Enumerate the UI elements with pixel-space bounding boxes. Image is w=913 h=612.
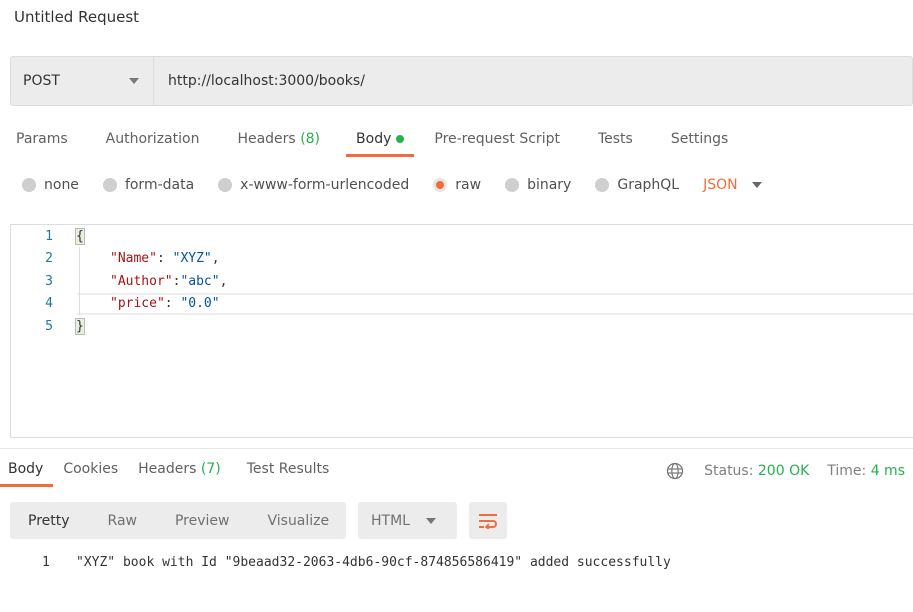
- radio-label: raw: [455, 177, 482, 193]
- view-preview-button[interactable]: Preview: [157, 513, 230, 529]
- status-label: Status:: [704, 463, 754, 479]
- tab-params[interactable]: Params: [16, 131, 68, 157]
- tab-headers[interactable]: Headers (8): [237, 131, 320, 157]
- radio-form-data[interactable]: form-data: [102, 177, 195, 193]
- view-visualize-button[interactable]: Visualize: [249, 513, 329, 529]
- response-body-text: "XYZ" book with Id "9beaad32-2063-4db6-9…: [76, 555, 671, 570]
- radio-label: form-data: [124, 177, 195, 193]
- headers-count: (7): [200, 461, 221, 477]
- tab-label: Body: [356, 131, 392, 147]
- modified-dot-icon: [396, 135, 405, 143]
- tab-test-results[interactable]: Test Results: [247, 461, 330, 487]
- tab-response-headers[interactable]: Headers (7): [138, 461, 221, 487]
- response-status: Status: 200 OK Time: 4 ms: [666, 462, 905, 480]
- body-type-options: none form-data x-www-form-urlencoded raw…: [22, 177, 762, 193]
- radio-graphql[interactable]: GraphQL: [595, 177, 679, 193]
- response-format-select[interactable]: HTML: [358, 502, 457, 539]
- url-input[interactable]: http://localhost:3000/books/: [154, 57, 365, 105]
- url-bar: POST http://localhost:3000/books/: [10, 56, 913, 106]
- json-key: "Author": [110, 274, 173, 289]
- line-number: 1: [45, 229, 53, 244]
- radio-label: none: [44, 177, 79, 193]
- radio-icon: [218, 178, 233, 192]
- json-value: "abc": [180, 274, 220, 289]
- method-select[interactable]: POST: [11, 57, 154, 105]
- radio-icon: [22, 178, 36, 192]
- method-label: POST: [23, 73, 60, 89]
- line-number: 4: [45, 296, 53, 311]
- tab-body[interactable]: Body: [345, 131, 415, 157]
- radio-raw[interactable]: raw: [433, 177, 481, 193]
- chevron-down-icon: [751, 182, 762, 188]
- close-brace: }: [75, 318, 85, 335]
- view-pretty-button[interactable]: Pretty: [10, 513, 70, 529]
- globe-icon[interactable]: [666, 462, 684, 480]
- json-value: "XYZ": [172, 251, 212, 266]
- radio-none[interactable]: none: [22, 177, 79, 193]
- wrap-lines-button[interactable]: [469, 502, 507, 539]
- tab-cookies[interactable]: Cookies: [63, 461, 118, 487]
- time-label: Time:: [827, 463, 867, 479]
- radio-icon: [102, 178, 117, 192]
- radio-icon: [595, 178, 610, 192]
- response-tabs: Body Cookies Headers (7) Test Results: [0, 461, 330, 487]
- line-number: 3: [45, 274, 53, 289]
- body-editor[interactable]: 1 2 3 4 5 { "Name": "XYZ", "Author": "abc…: [10, 224, 913, 438]
- tab-label: Headers: [138, 461, 197, 477]
- radio-urlencoded[interactable]: x-www-form-urlencoded: [218, 177, 409, 193]
- line-number: 5: [45, 319, 53, 334]
- tab-settings[interactable]: Settings: [671, 131, 728, 157]
- wrap-lines-icon: [479, 513, 497, 529]
- radio-label: x-www-form-urlencoded: [240, 177, 410, 193]
- radio-selected-icon: [433, 178, 448, 192]
- view-raw-button[interactable]: Raw: [90, 513, 137, 529]
- radio-label: binary: [527, 177, 572, 193]
- json-comma: ,: [219, 274, 228, 289]
- format-label: HTML: [371, 512, 410, 529]
- response-line-number: 1: [42, 555, 50, 570]
- request-title[interactable]: Untitled Request: [14, 8, 139, 26]
- tab-response-body[interactable]: Body: [0, 461, 54, 487]
- time-value: 4 ms: [870, 463, 905, 479]
- json-key: "Name": [110, 251, 157, 266]
- format-label: JSON: [703, 177, 738, 193]
- headers-count: (8): [300, 131, 321, 147]
- json-sep: :: [156, 251, 173, 266]
- view-mode-group: Pretty Raw Preview Visualize: [10, 502, 346, 539]
- json-sep: :: [164, 296, 181, 311]
- radio-icon: [505, 178, 520, 192]
- json-comma: ,: [211, 251, 220, 266]
- open-brace: {: [75, 228, 85, 245]
- status-value: 200 OK: [757, 463, 810, 479]
- body-format-select[interactable]: JSON: [703, 177, 762, 193]
- indent-guide: [79, 247, 80, 315]
- json-value: "0.0": [180, 296, 220, 311]
- tab-label: Headers: [237, 131, 296, 147]
- tab-authorization[interactable]: Authorization: [106, 131, 200, 157]
- chevron-down-icon: [129, 78, 139, 84]
- tab-pre-request-script[interactable]: Pre-request Script: [434, 131, 560, 157]
- radio-label: GraphQL: [617, 177, 680, 193]
- json-key: "price": [110, 296, 165, 311]
- chevron-down-icon: [425, 517, 436, 524]
- request-tabs: Params Authorization Headers (8) Body Pr…: [16, 131, 728, 157]
- tab-tests[interactable]: Tests: [598, 131, 633, 157]
- line-number: 2: [45, 251, 53, 266]
- radio-binary[interactable]: binary: [505, 177, 571, 193]
